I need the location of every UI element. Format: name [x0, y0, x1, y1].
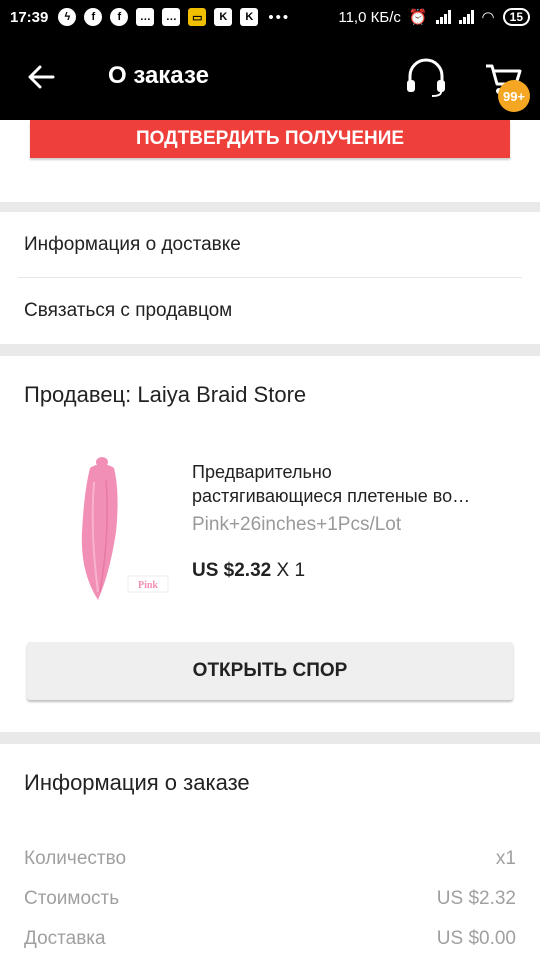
product-title[interactable]: Предварительно растягивающиеся плетеные … — [192, 460, 520, 508]
cost-value: US $2.32 — [436, 888, 516, 909]
shipping-value: US $0.00 — [436, 928, 516, 949]
product-image[interactable]: Pink — [70, 452, 174, 602]
product-price-row: US $2.32 X 1 — [192, 560, 305, 582]
facebook-icon: f — [84, 8, 103, 26]
flash-icon: ϟ — [58, 8, 77, 26]
quantity-row: Количество x1 — [24, 848, 516, 870]
product-title-line1: Предварительно — [192, 462, 332, 482]
delivery-info-item[interactable]: Информация о доставке — [18, 212, 522, 278]
seller-name[interactable]: Продавец: Laiya Braid Store — [24, 382, 306, 408]
cost-label: Стоимость — [24, 888, 120, 909]
headset-icon[interactable] — [404, 58, 448, 98]
status-bar: 17:39 ϟ f f … … ▭ K K ••• 11,0 КБ/с ⏰ ◠ … — [0, 0, 540, 34]
chat-icon: … — [136, 8, 155, 26]
order-actions-menu: Информация о доставке Связаться с продав… — [0, 212, 540, 344]
cart-badge: 99+ — [498, 80, 530, 112]
product-price: US $2.32 — [192, 560, 272, 581]
k-icon: K — [240, 8, 259, 26]
confirm-receipt-button[interactable]: ПОДТВЕРДИТЬ ПОЛУЧЕНИЕ — [30, 120, 510, 158]
alarm-icon: ⏰ — [408, 9, 428, 26]
more-notifications-icon: ••• — [268, 8, 291, 26]
shipping-label: Доставка — [24, 928, 106, 949]
battery-icon: 15 — [502, 8, 530, 26]
confirm-section: ПОДТВЕРДИТЬ ПОЛУЧЕНИЕ — [0, 120, 540, 202]
product-quantity: X 1 — [276, 560, 306, 581]
open-dispute-button[interactable]: ОТКРЫТЬ СПОР — [27, 642, 513, 700]
order-info-section: Информация о заказе Количество x1 Стоимо… — [0, 744, 540, 960]
chat-icon: … — [162, 8, 181, 26]
order-info-title: Информация о заказе — [24, 770, 250, 795]
back-arrow-icon[interactable] — [26, 62, 56, 92]
tv-icon: ▭ — [188, 8, 207, 26]
product-image-label: Pink — [138, 580, 158, 591]
k-icon: K — [214, 8, 233, 26]
quantity-label: Количество — [24, 848, 127, 869]
quantity-value: x1 — [495, 848, 516, 869]
status-time: 17:39 — [10, 8, 49, 26]
product-variant: Pink+26inches+1Pcs/Lot — [192, 514, 402, 535]
signal-icon — [458, 10, 474, 24]
network-speed: 11,0 КБ/с — [338, 8, 401, 26]
contact-seller-item[interactable]: Связаться с продавцом — [0, 278, 540, 344]
wifi-icon: ◠ — [481, 9, 495, 26]
status-right: 11,0 КБ/с ⏰ ◠ 15 — [338, 8, 530, 26]
app-bar: О заказе 99+ — [0, 34, 540, 120]
product-title-line2: растягивающиеся плетеные во… — [192, 486, 471, 506]
page-title: О заказе — [108, 62, 209, 89]
seller-section: Продавец: Laiya Braid Store Pink Предвар… — [0, 356, 540, 732]
signal-icon — [435, 10, 451, 24]
top-bar: 17:39 ϟ f f … … ▭ K K ••• 11,0 КБ/с ⏰ ◠ … — [0, 0, 540, 120]
cost-row: Стоимость US $2.32 — [24, 888, 516, 910]
shipping-row: Доставка US $0.00 — [24, 928, 516, 950]
notification-icons: ϟ f f … … ▭ K K — [58, 8, 259, 26]
facebook-icon: f — [110, 8, 129, 26]
